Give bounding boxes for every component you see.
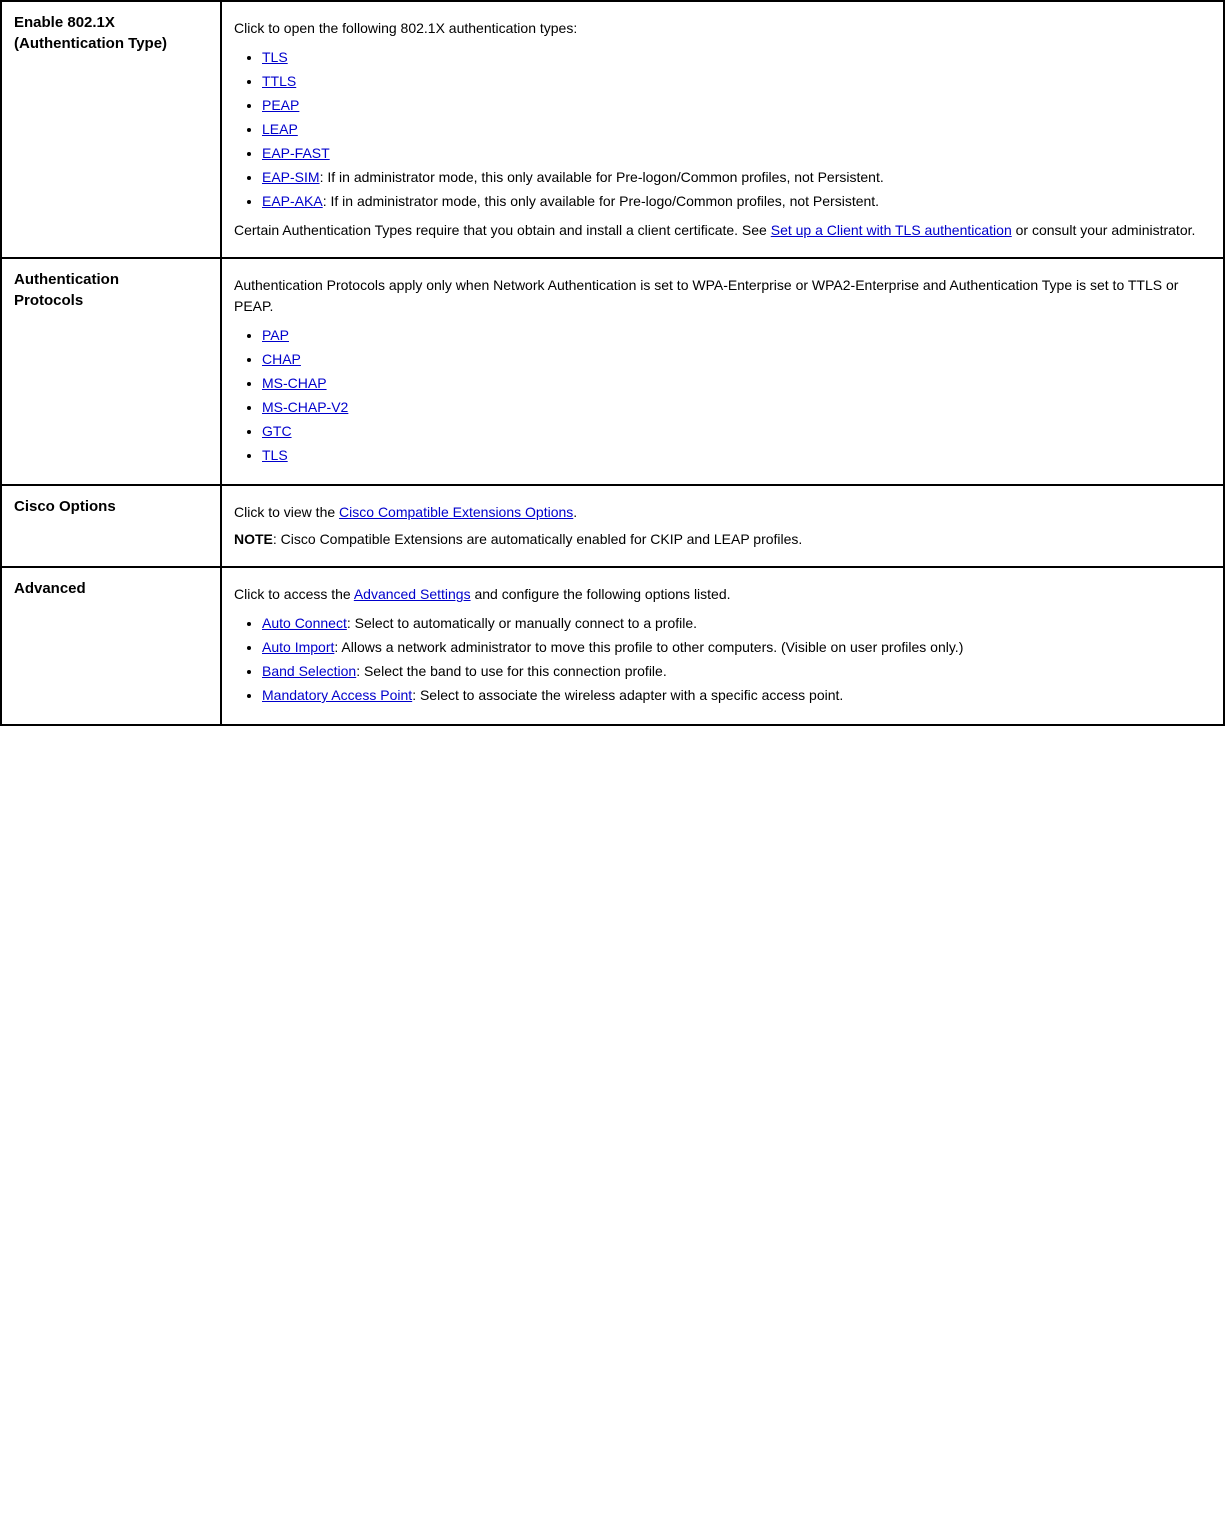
link-mandatory-access-point[interactable]: Mandatory Access Point xyxy=(262,687,412,703)
link-auto-import[interactable]: Auto Import xyxy=(262,639,334,655)
intro-advanced: Click to access the Advanced Settings an… xyxy=(234,584,1211,605)
content-enable-802-1x: Click to open the following 802.1X authe… xyxy=(221,1,1224,258)
list-item: CHAP xyxy=(262,349,1211,370)
list-item: EAP-SIM: If in administrator mode, this … xyxy=(262,167,1211,188)
row-enable-802-1x: Enable 802.1X(Authentication Type) Click… xyxy=(1,1,1224,258)
list-item: MS-CHAP xyxy=(262,373,1211,394)
link-leap[interactable]: LEAP xyxy=(262,121,298,137)
list-item: TLS xyxy=(262,445,1211,466)
row-cisco-options: Cisco Options Click to view the Cisco Co… xyxy=(1,485,1224,567)
content-advanced: Click to access the Advanced Settings an… xyxy=(221,567,1224,725)
content-authentication-protocols: Authentication Protocols apply only when… xyxy=(221,258,1224,485)
list-item: EAP-FAST xyxy=(262,143,1211,164)
link-eap-sim[interactable]: EAP-SIM xyxy=(262,169,320,185)
list-item: TTLS xyxy=(262,71,1211,92)
link-auto-connect[interactable]: Auto Connect xyxy=(262,615,347,631)
note-label: NOTE xyxy=(234,531,273,547)
row-authentication-protocols: AuthenticationProtocols Authentication P… xyxy=(1,258,1224,485)
list-item: Mandatory Access Point: Select to associ… xyxy=(262,685,1211,706)
main-table: Enable 802.1X(Authentication Type) Click… xyxy=(0,0,1225,726)
link-ttls[interactable]: TTLS xyxy=(262,73,296,89)
link-eap-fast[interactable]: EAP-FAST xyxy=(262,145,330,161)
row-advanced: Advanced Click to access the Advanced Se… xyxy=(1,567,1224,725)
link-pap[interactable]: PAP xyxy=(262,327,289,343)
label-cisco-options: Cisco Options xyxy=(1,485,221,567)
link-ms-chap-v2[interactable]: MS-CHAP-V2 xyxy=(262,399,348,415)
intro-enable-802-1x: Click to open the following 802.1X authe… xyxy=(234,18,1211,39)
list-item: GTC xyxy=(262,421,1211,442)
label-authentication-protocols: AuthenticationProtocols xyxy=(1,258,221,485)
list-item: Auto Connect: Select to automatically or… xyxy=(262,613,1211,634)
list-item: Auto Import: Allows a network administra… xyxy=(262,637,1211,658)
list-item: PAP xyxy=(262,325,1211,346)
list-authentication-protocols: PAP CHAP MS-CHAP MS-CHAP-V2 GTC TLS xyxy=(234,325,1211,466)
list-enable-802-1x: TLS TTLS PEAP LEAP EAP-FAST EAP-SIM: If … xyxy=(234,47,1211,212)
link-advanced-settings[interactable]: Advanced Settings xyxy=(354,586,471,602)
link-eap-aka[interactable]: EAP-AKA xyxy=(262,193,323,209)
list-item: TLS xyxy=(262,47,1211,68)
link-tls[interactable]: TLS xyxy=(262,49,288,65)
link-band-selection[interactable]: Band Selection xyxy=(262,663,356,679)
link-peap[interactable]: PEAP xyxy=(262,97,299,113)
label-enable-802-1x: Enable 802.1X(Authentication Type) xyxy=(1,1,221,258)
note-cisco-options: NOTE: Cisco Compatible Extensions are au… xyxy=(234,529,1211,550)
list-item: EAP-AKA: If in administrator mode, this … xyxy=(262,191,1211,212)
list-item: PEAP xyxy=(262,95,1211,116)
list-advanced: Auto Connect: Select to automatically or… xyxy=(234,613,1211,706)
intro-authentication-protocols: Authentication Protocols apply only when… xyxy=(234,275,1211,317)
link-tls-auth[interactable]: Set up a Client with TLS authentication xyxy=(771,222,1012,238)
link-cisco-compatible-extensions[interactable]: Cisco Compatible Extensions Options xyxy=(339,504,573,520)
link-gtc[interactable]: GTC xyxy=(262,423,292,439)
list-item: LEAP xyxy=(262,119,1211,140)
content-cisco-options: Click to view the Cisco Compatible Exten… xyxy=(221,485,1224,567)
label-advanced: Advanced xyxy=(1,567,221,725)
intro-cisco-options: Click to view the Cisco Compatible Exten… xyxy=(234,502,1211,523)
link-ms-chap[interactable]: MS-CHAP xyxy=(262,375,327,391)
link-chap[interactable]: CHAP xyxy=(262,351,301,367)
list-item: Band Selection: Select the band to use f… xyxy=(262,661,1211,682)
footer-enable-802-1x: Certain Authentication Types require tha… xyxy=(234,220,1211,241)
link-tls-proto[interactable]: TLS xyxy=(262,447,288,463)
list-item: MS-CHAP-V2 xyxy=(262,397,1211,418)
